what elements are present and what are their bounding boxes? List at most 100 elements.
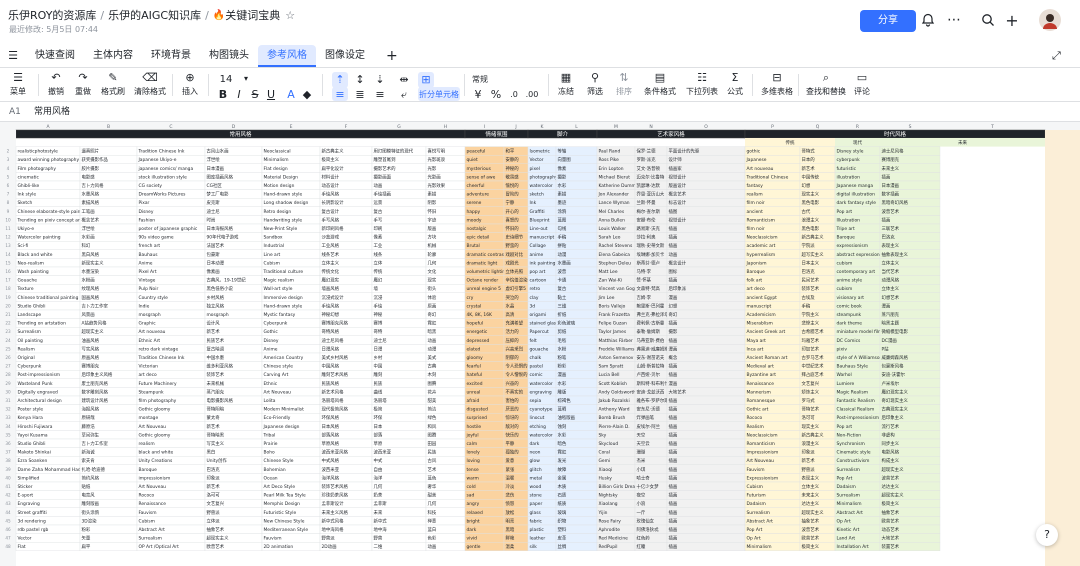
row-number[interactable]: 22: [5, 321, 11, 326]
row-number[interactable]: 7: [7, 192, 10, 197]
table-cell[interactable]: [666, 542, 746, 552]
row-number[interactable]: 26: [5, 355, 11, 360]
row-number[interactable]: 43: [5, 501, 11, 506]
clear-format-button[interactable]: ⌫ 清除格式: [134, 70, 166, 98]
row-number[interactable]: 45: [5, 518, 11, 523]
undo-button[interactable]: ↶ 撤销: [48, 70, 64, 98]
row-number[interactable]: 48: [5, 544, 11, 549]
table-cell[interactable]: [879, 344, 941, 354]
tab-image-settings[interactable]: 图像设定: [316, 45, 374, 67]
comment-button[interactable]: ▭ 评论: [854, 70, 870, 98]
table-cell[interactable]: [666, 456, 746, 466]
table-cell[interactable]: [666, 309, 746, 319]
tab-composition[interactable]: 构图镜头: [200, 45, 258, 67]
table-cell[interactable]: [666, 464, 746, 474]
row-number[interactable]: 6: [7, 183, 10, 188]
row-number[interactable]: 5: [7, 174, 10, 179]
table-cell[interactable]: [666, 301, 746, 311]
expand-icon[interactable]: ⤢: [1052, 49, 1061, 63]
row-number[interactable]: 17: [5, 278, 11, 283]
row-number[interactable]: 35: [5, 432, 11, 437]
chevron-down-icon[interactable]: ▾: [238, 71, 254, 87]
row-number[interactable]: 37: [5, 450, 11, 455]
column-letter[interactable]: F: [345, 124, 348, 130]
row-number[interactable]: 36: [5, 441, 11, 446]
table-cell[interactable]: [666, 499, 746, 509]
formula-button[interactable]: Σ 公式: [727, 70, 743, 98]
table-cell[interactable]: [666, 447, 746, 457]
row-number[interactable]: 16: [5, 269, 11, 274]
row-number[interactable]: 25: [5, 346, 11, 351]
table-cell[interactable]: [666, 404, 746, 414]
tab-quick-lookup[interactable]: 快速查阅: [26, 45, 84, 67]
row-number[interactable]: 34: [5, 424, 11, 429]
table-cell[interactable]: [666, 413, 746, 423]
table-cell[interactable]: [666, 369, 746, 379]
align-center-icon[interactable]: ≣: [352, 87, 368, 101]
add-sheet-icon[interactable]: +: [386, 48, 398, 64]
tab-environment[interactable]: 环境背景: [142, 45, 200, 67]
row-number[interactable]: 31: [5, 398, 11, 403]
table-cell[interactable]: [666, 232, 746, 242]
row-number[interactable]: 3: [7, 157, 10, 162]
table-cell[interactable]: [666, 438, 746, 448]
align-bottom-icon[interactable]: ⇣: [372, 72, 388, 88]
column-letter[interactable]: G: [397, 124, 401, 130]
row-number[interactable]: 39: [5, 467, 11, 472]
freeze-button[interactable]: ▦ 冻结: [558, 70, 574, 98]
row-number[interactable]: 41: [5, 484, 11, 489]
row-number[interactable]: 20: [5, 303, 11, 308]
star-icon[interactable]: ☆: [285, 9, 295, 22]
text-color-icon[interactable]: A: [284, 87, 298, 101]
column-letter[interactable]: E: [290, 124, 293, 130]
avatar[interactable]: [1038, 8, 1062, 32]
currency-icon[interactable]: ¥: [470, 87, 486, 101]
row-number[interactable]: 18: [5, 286, 11, 291]
share-button[interactable]: 分享: [860, 10, 916, 32]
conditional-format-button[interactable]: ▤ 条件格式: [644, 70, 676, 98]
find-replace-button[interactable]: ⌕ 查找和替换: [806, 70, 846, 98]
strikethrough-icon[interactable]: S: [248, 87, 262, 101]
column-letter[interactable]: C: [169, 124, 172, 130]
table-cell[interactable]: [666, 240, 746, 250]
bell-icon[interactable]: [916, 8, 940, 32]
table-cell[interactable]: [666, 223, 746, 233]
dropdown-list-button[interactable]: ☷ 下拉列表: [686, 70, 718, 98]
row-number[interactable]: 9: [7, 209, 10, 214]
decimal-decrease-icon[interactable]: .0: [506, 87, 522, 101]
table-cell[interactable]: [666, 524, 746, 534]
row-number[interactable]: 28: [5, 372, 11, 377]
table-cell[interactable]: [666, 318, 746, 328]
row-number[interactable]: 8: [7, 200, 10, 205]
menu-button[interactable]: ☰ 菜单: [10, 70, 26, 98]
document-title[interactable]: 关键词宝典: [225, 7, 280, 23]
row-number[interactable]: 47: [5, 536, 11, 541]
row-number[interactable]: 40: [5, 475, 11, 480]
column-letter[interactable]: B: [107, 124, 110, 130]
row-number[interactable]: 4: [7, 166, 10, 171]
multi-dim-table-button[interactable]: ⊟ 多维表格: [761, 70, 793, 98]
row-number[interactable]: 13: [5, 243, 11, 248]
table-cell[interactable]: [666, 533, 746, 543]
search-icon[interactable]: [976, 8, 1000, 32]
table-cell[interactable]: [666, 326, 746, 336]
breadcrumb-item-knowledge-base[interactable]: 乐伊的AIGC知识库: [108, 7, 201, 23]
percent-icon[interactable]: %: [488, 87, 504, 101]
table-cell[interactable]: [666, 335, 746, 345]
column-letter[interactable]: I: [484, 124, 485, 130]
row-number[interactable]: 23: [5, 329, 11, 334]
table-cell[interactable]: [666, 481, 746, 491]
overflow-column[interactable]: [1045, 130, 1080, 566]
table-cell[interactable]: [666, 421, 746, 431]
grid-canvas[interactable]: A B C D E F G H I J K L M N O P Q R S T常用风格 情绪氛围 脚介 艺术家风格 时代风格传…: [0, 122, 1080, 566]
row-number[interactable]: 10: [5, 217, 11, 222]
decimal-increase-icon[interactable]: .00: [524, 87, 540, 101]
underline-icon[interactable]: U: [264, 87, 278, 101]
row-number[interactable]: 29: [5, 381, 11, 386]
row-number[interactable]: 38: [5, 458, 11, 463]
table-cell[interactable]: [666, 507, 746, 517]
breadcrumb-item-library[interactable]: 乐伊ROY的资源库: [8, 7, 96, 23]
spreadsheet-grid[interactable]: A B C D E F G H I J K L M N O P Q R S T 常用风格 情绪氛围 脚介 艺术家风格 时代风格传…: [0, 122, 1080, 566]
column-letter[interactable]: H: [444, 124, 447, 130]
row-number[interactable]: 44: [5, 510, 11, 515]
